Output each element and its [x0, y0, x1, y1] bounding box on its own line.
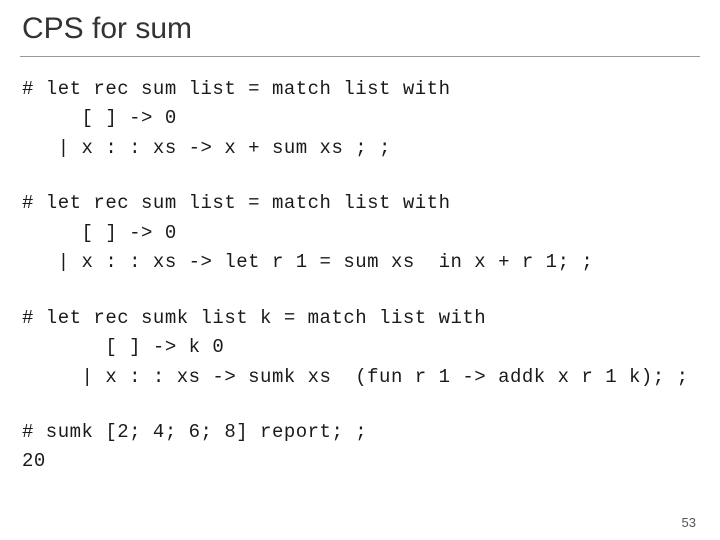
- slide-title: CPS for sum: [0, 0, 720, 52]
- code-block-1: # let rec sum list = match list with [ ]…: [22, 75, 698, 163]
- slide-content: # let rec sum list = match list with [ ]…: [0, 57, 720, 477]
- code-block-4: # sumk [2; 4; 6; 8] report; ; 20: [22, 418, 698, 477]
- code-block-2: # let rec sum list = match list with [ ]…: [22, 189, 698, 277]
- code-block-3: # let rec sumk list k = match list with …: [22, 304, 698, 392]
- page-number: 53: [682, 515, 696, 530]
